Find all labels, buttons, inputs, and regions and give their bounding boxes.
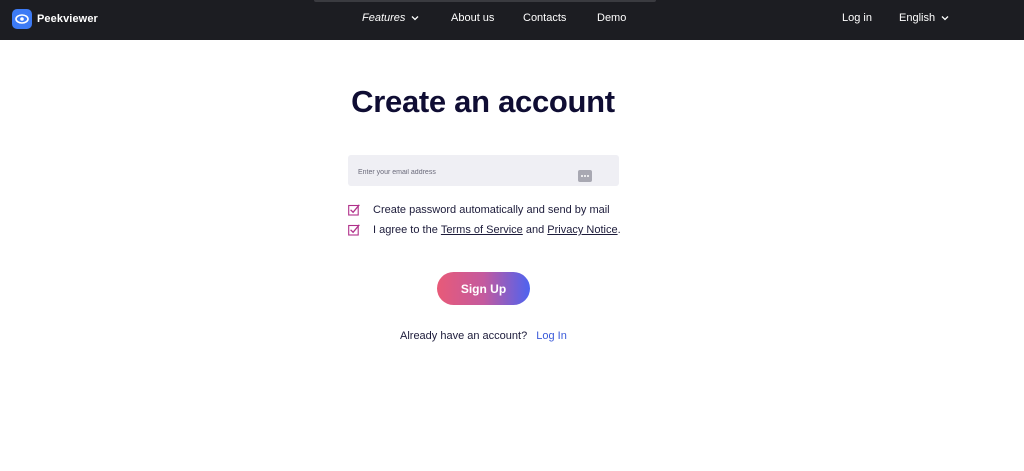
already-text: Already have an account? bbox=[400, 330, 528, 342]
already-have-account: Already have an account? Log In bbox=[400, 330, 567, 342]
nav-log-in-label: Log in bbox=[842, 12, 872, 24]
log-in-link[interactable]: Log In bbox=[536, 330, 567, 342]
language-label: English bbox=[899, 12, 936, 24]
page-title: Create an account bbox=[351, 84, 615, 119]
nav-log-in[interactable]: Log in bbox=[842, 12, 872, 24]
auto-password-option: Create password automatically and send b… bbox=[348, 204, 610, 216]
agree-and: and bbox=[522, 224, 548, 236]
agree-prefix: I agree to the bbox=[373, 224, 441, 236]
privacy-notice-link[interactable]: Privacy Notice bbox=[547, 224, 617, 236]
sign-up-button[interactable]: Sign Up bbox=[437, 272, 530, 305]
nav-features-label: Features bbox=[362, 12, 406, 24]
auto-password-label: Create password automatically and send b… bbox=[373, 204, 610, 216]
nav-about-us-label: About us bbox=[451, 12, 495, 24]
terms-of-service-link[interactable]: Terms of Service bbox=[441, 224, 523, 236]
chevron-down-icon bbox=[411, 16, 419, 21]
top-nav-bar: Peekviewer Features About us Contacts De… bbox=[0, 0, 1024, 40]
language-selector[interactable]: English bbox=[899, 12, 949, 24]
chevron-down-icon bbox=[941, 16, 949, 21]
agree-terms-option: I agree to the Terms of Service and Priv… bbox=[348, 224, 621, 236]
agree-suffix: . bbox=[617, 224, 621, 236]
eye-icon bbox=[12, 9, 32, 29]
nav-contacts[interactable]: Contacts bbox=[523, 12, 566, 24]
nav-contacts-label: Contacts bbox=[523, 12, 567, 24]
checkbox-checked-icon[interactable] bbox=[348, 224, 360, 236]
nav-about-us[interactable]: About us bbox=[451, 12, 494, 24]
nav-features[interactable]: Features bbox=[362, 12, 419, 24]
brand-logo-link[interactable]: Peekviewer bbox=[12, 9, 98, 29]
brand-name: Peekviewer bbox=[37, 13, 98, 25]
checkbox-checked-icon[interactable] bbox=[348, 204, 360, 216]
password-manager-icon[interactable] bbox=[578, 170, 592, 182]
nav-demo[interactable]: Demo bbox=[597, 12, 626, 24]
nav-demo-label: Demo bbox=[597, 12, 627, 24]
top-notch bbox=[314, 0, 656, 2]
